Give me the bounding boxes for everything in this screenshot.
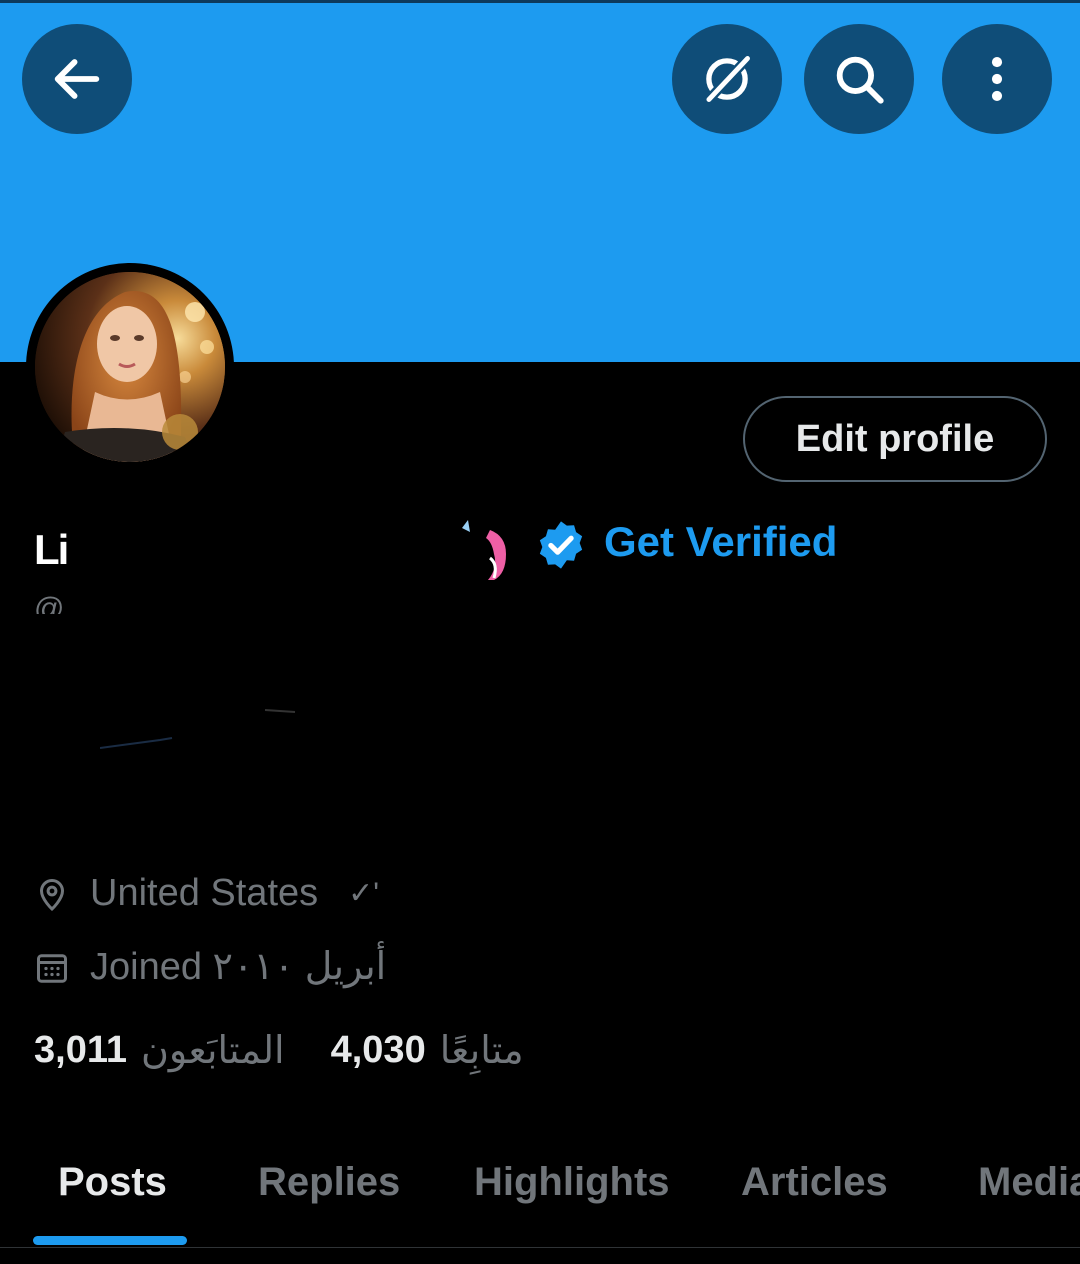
arrow-left-icon: [54, 59, 100, 99]
followers-count[interactable]: 3,011: [34, 1029, 127, 1072]
tabs-divider: [0, 1247, 1080, 1248]
profile-name-row: Li Get Verified: [34, 512, 1034, 580]
tab-media[interactable]: Media: [978, 1160, 1080, 1205]
tab-posts[interactable]: Posts: [58, 1160, 167, 1205]
more-vertical-icon: [991, 57, 1003, 101]
avatar-image: [35, 272, 225, 462]
avatar[interactable]: [26, 263, 234, 471]
followers-label[interactable]: المتابَعون: [141, 1028, 285, 1073]
portrait-image: [35, 272, 225, 462]
edit-profile-button[interactable]: Edit profile: [743, 396, 1047, 482]
following-label[interactable]: متابِعًا: [440, 1028, 524, 1073]
grok-button[interactable]: [672, 24, 782, 134]
more-options-button[interactable]: [942, 24, 1052, 134]
location-text: United States: [90, 872, 319, 914]
location-extra: ✓': [348, 877, 380, 910]
joined-text: Joined أبريل ٢٠١٠: [90, 946, 387, 988]
location-pin-icon: [39, 878, 65, 911]
profile-tabs: Posts Replies Highlights Articles Media: [0, 1140, 1080, 1248]
profile-handle: @: [34, 592, 65, 614]
tab-replies[interactable]: Replies: [258, 1160, 400, 1205]
joined-row: Joined أبريل ٢٠١٠: [34, 944, 386, 989]
calendar-icon: [37, 953, 67, 983]
tab-articles[interactable]: Articles: [741, 1160, 888, 1205]
status-divider: [0, 0, 1080, 3]
unicorn-emoji-icon: [462, 520, 506, 580]
location-row: United States ✓': [34, 872, 379, 915]
get-verified-link[interactable]: Get Verified: [604, 518, 837, 566]
search-icon: [836, 56, 884, 104]
verified-check-icon[interactable]: [534, 518, 588, 572]
back-button[interactable]: [22, 24, 132, 134]
follow-stats: 3,011 المتابَعون 4,030 متابِعًا: [34, 1028, 524, 1073]
following-count[interactable]: 4,030: [331, 1029, 426, 1072]
bio-text: [100, 709, 296, 749]
tab-highlights[interactable]: Highlights: [474, 1160, 670, 1205]
active-tab-indicator: [33, 1236, 187, 1245]
search-button[interactable]: [804, 24, 914, 134]
grok-slash-icon: [704, 53, 753, 105]
display-name: Li: [34, 526, 69, 573]
